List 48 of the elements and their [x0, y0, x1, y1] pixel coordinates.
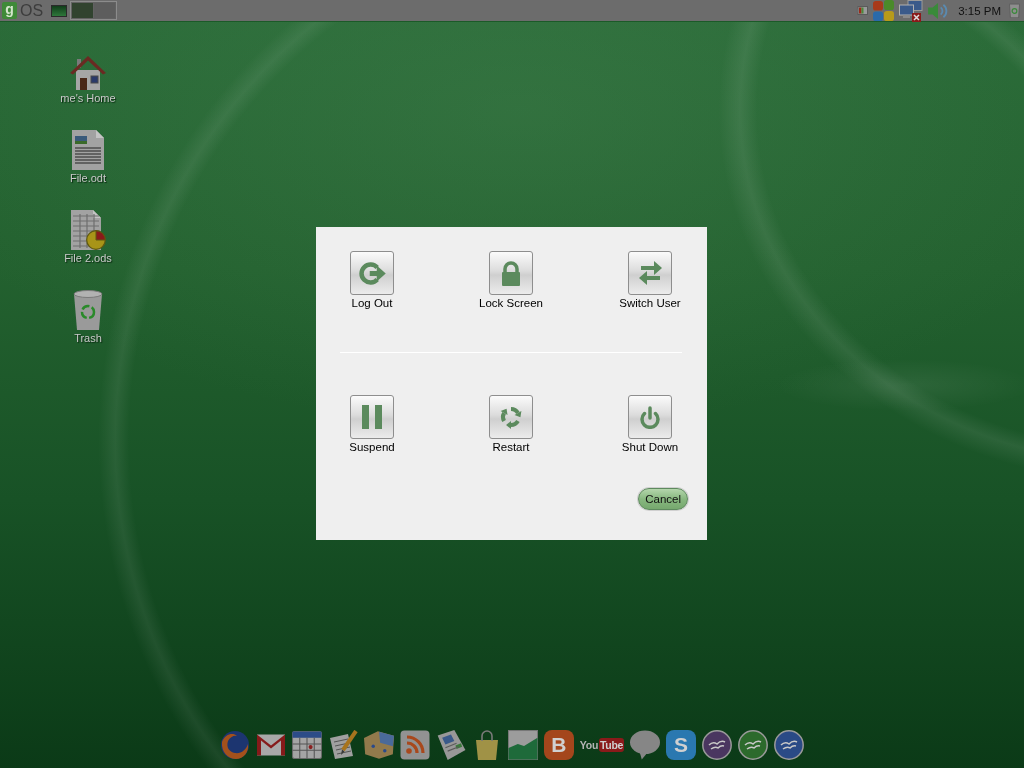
lock-screen-button[interactable] [489, 251, 533, 295]
switch-user-button[interactable] [628, 251, 672, 295]
circular-arrows-icon [499, 405, 523, 429]
icon-label[interactable]: File.odt [69, 171, 107, 185]
house-icon[interactable] [70, 56, 106, 90]
action-label[interactable]: Log Out [351, 296, 393, 310]
area-chart-tile-icon[interactable] [507, 730, 538, 760]
icon-label[interactable]: File 2.ods [64, 251, 112, 265]
icon-label[interactable]: me's Home [60, 91, 116, 105]
action-label[interactable]: Switch User [619, 296, 681, 310]
computers-x-icon[interactable] [899, 0, 924, 22]
action-label[interactable]: Restart [492, 440, 530, 454]
speech-bubble-icon[interactable] [630, 730, 661, 760]
icon-label[interactable]: Trash [74, 331, 102, 345]
workspace-switcher[interactable] [70, 1, 118, 20]
padlock-icon [502, 260, 520, 286]
action-label[interactable]: Lock Screen [479, 296, 543, 310]
letter-tile[interactable]: B [543, 730, 574, 760]
shut-down-button[interactable] [628, 395, 672, 439]
battery-icon[interactable] [856, 6, 869, 15]
action-label[interactable]: Suspend [349, 440, 395, 454]
rss-feed-icon[interactable] [399, 730, 430, 760]
trash-icon[interactable] [1009, 3, 1020, 18]
notepad-pencil-icon[interactable] [327, 730, 358, 760]
document-icon[interactable] [72, 130, 104, 170]
folded-map-icon[interactable] [363, 730, 394, 760]
clock: 3:15 PM [958, 4, 1001, 17]
swap-arrows-icon [638, 261, 662, 285]
suspend-button[interactable] [350, 395, 394, 439]
spreadsheet-chart-icon[interactable] [70, 210, 106, 250]
workspace-cell[interactable] [94, 3, 116, 18]
restart-button[interactable] [489, 395, 533, 439]
newspaper-icon[interactable] [435, 730, 466, 760]
screen-icon[interactable] [51, 4, 68, 17]
waves-disc-icon[interactable] [774, 730, 805, 760]
four-squares-icon[interactable] [873, 0, 895, 21]
cancel-button[interactable]: Cancel [638, 488, 688, 510]
waves-disc-icon[interactable] [702, 730, 733, 760]
log-out-button[interactable] [350, 251, 394, 295]
power-icon [640, 405, 660, 429]
exit-arrow-icon [358, 261, 386, 285]
trash-can-icon[interactable] [73, 290, 103, 330]
calendar-icon[interactable] [291, 730, 322, 760]
workspace-cell[interactable] [72, 3, 94, 18]
crescent-globe-icon[interactable] [219, 730, 250, 760]
waves-disc-icon[interactable] [738, 730, 769, 760]
action-label[interactable]: Shut Down [621, 440, 679, 454]
pause-icon [362, 405, 382, 429]
